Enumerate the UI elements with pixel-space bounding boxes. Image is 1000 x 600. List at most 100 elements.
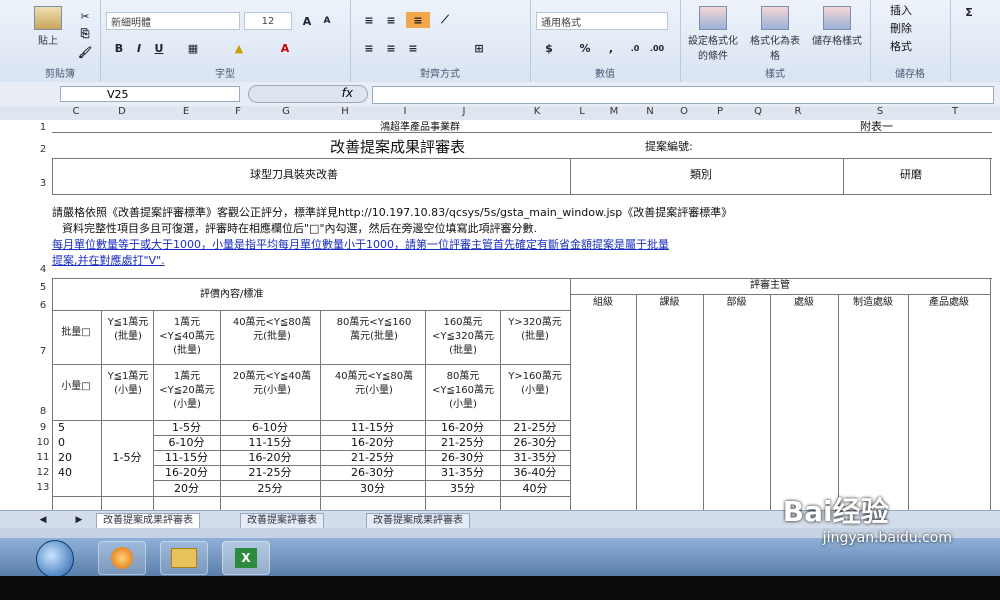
row-number[interactable]: 3 bbox=[34, 178, 52, 189]
number-format-select[interactable]: 通用格式 bbox=[536, 12, 668, 30]
cut-icon[interactable]: ✂ bbox=[76, 8, 94, 24]
taskbar-explorer[interactable] bbox=[160, 541, 208, 575]
fx-icon[interactable]: fx bbox=[248, 85, 368, 103]
col-header[interactable]: P bbox=[717, 106, 723, 117]
row-number[interactable]: 10 bbox=[34, 437, 52, 448]
orientation-icon[interactable]: ⟋ bbox=[436, 12, 454, 28]
sheet-tab[interactable]: 改善提案評審表 bbox=[240, 513, 324, 529]
row-number[interactable]: 9 bbox=[34, 422, 52, 433]
sheet-grid[interactable]: 1 2 3 4 5 6 7 8 9 10 11 12 13 鴻超準產品事業群 附… bbox=[0, 120, 1000, 510]
currency-icon[interactable]: $ bbox=[540, 40, 558, 56]
copy-icon[interactable]: ⎘ bbox=[76, 26, 94, 42]
col-header[interactable]: N bbox=[646, 106, 653, 117]
underline-icon[interactable]: U bbox=[150, 40, 168, 56]
row-number[interactable]: 11 bbox=[34, 452, 52, 463]
page-title: 改善提案成果評審表 bbox=[330, 138, 466, 156]
row-number[interactable]: 1 bbox=[34, 122, 52, 133]
row-number[interactable]: 2 bbox=[34, 144, 52, 155]
taskbar-excel[interactable]: X bbox=[222, 541, 270, 575]
grid-line bbox=[990, 158, 991, 194]
col-header[interactable]: Q bbox=[754, 106, 762, 117]
row-number[interactable]: 7 bbox=[34, 346, 52, 357]
col-header[interactable]: I bbox=[404, 106, 407, 117]
format-painter-icon[interactable]: 🖌 bbox=[76, 44, 94, 60]
col-header[interactable]: J bbox=[463, 106, 466, 117]
col-header[interactable]: S bbox=[877, 106, 883, 117]
delete-button[interactable]: 刪除 bbox=[890, 22, 912, 36]
formula-input[interactable] bbox=[372, 86, 994, 104]
insert-button[interactable]: 插入 bbox=[890, 4, 912, 18]
start-button[interactable] bbox=[36, 540, 74, 578]
tab-scroll-first-icon[interactable]: ◀ bbox=[34, 512, 52, 528]
row-number[interactable]: 13 bbox=[34, 482, 52, 493]
wrap-text-icon[interactable]: ≡ bbox=[406, 12, 430, 28]
watermark: Bai经验 jingyan.baidu.com bbox=[783, 490, 952, 546]
format-as-table-button[interactable]: 格式化為表格 bbox=[746, 6, 804, 62]
align-left-icon[interactable]: ≡ bbox=[360, 40, 378, 56]
grid-line bbox=[425, 310, 426, 510]
grid-line bbox=[52, 158, 53, 194]
align-right-icon[interactable]: ≡ bbox=[404, 40, 422, 56]
align-center-icon[interactable]: ≡ bbox=[382, 40, 400, 56]
row-number[interactable]: 12 bbox=[34, 467, 52, 478]
row-number[interactable]: 4 bbox=[34, 264, 52, 275]
decrease-decimal-icon[interactable]: .00 bbox=[648, 40, 666, 56]
col-header[interactable]: E bbox=[183, 106, 189, 117]
small-range: Y≦1萬元(小量) bbox=[107, 371, 149, 396]
increase-decimal-icon[interactable]: .0 bbox=[626, 40, 644, 56]
row-number[interactable]: 8 bbox=[34, 406, 52, 417]
sum-icon[interactable]: Σ bbox=[960, 4, 978, 20]
font-color-icon[interactable]: A bbox=[276, 40, 294, 56]
score-cell: 1-5分 bbox=[172, 421, 201, 434]
conditional-format-button[interactable]: 設定格式化的條件 bbox=[684, 6, 742, 62]
sheet-tab[interactable]: 改善提案成果評審表 bbox=[366, 513, 470, 529]
watermark-url: jingyan.baidu.com bbox=[822, 530, 952, 546]
border-icon[interactable]: ▦ bbox=[184, 40, 202, 56]
shrink-font-icon[interactable]: A bbox=[318, 13, 336, 29]
score-cell: 6-10分 bbox=[168, 436, 205, 449]
align-top-icon[interactable]: ≡ bbox=[360, 12, 378, 28]
comma-icon[interactable]: , bbox=[602, 40, 620, 56]
score-cell: 26-30分 bbox=[441, 451, 484, 464]
align-middle-icon[interactable]: ≡ bbox=[382, 12, 400, 28]
paste-button[interactable]: 貼上 bbox=[30, 6, 66, 47]
row-number[interactable]: 6 bbox=[34, 300, 52, 311]
sheet-tab[interactable]: 改善提案成果評審表 bbox=[96, 513, 200, 529]
col-header[interactable]: M bbox=[610, 106, 619, 117]
batch-checkbox[interactable]: 批量□ bbox=[56, 326, 96, 340]
col-header[interactable]: K bbox=[534, 106, 541, 117]
col-header[interactable]: L bbox=[579, 106, 585, 117]
row-number[interactable]: 5 bbox=[34, 282, 52, 293]
col-header[interactable]: F bbox=[235, 106, 241, 117]
batch-range: 1萬元<Y≦40萬元(批量) bbox=[159, 317, 215, 356]
formula-bar: V25 fx bbox=[0, 82, 1000, 107]
name-box[interactable]: V25 bbox=[60, 86, 240, 102]
grid-line bbox=[52, 194, 992, 195]
col-header[interactable]: G bbox=[282, 106, 290, 117]
col-header[interactable]: D bbox=[118, 106, 126, 117]
number-group: 通用格式 $ % , .0 .00 數值 bbox=[530, 0, 681, 82]
col-header[interactable]: O bbox=[680, 106, 688, 117]
taskbar-browser[interactable] bbox=[98, 541, 146, 575]
fill-color-icon[interactable]: ▲ bbox=[230, 40, 248, 56]
col-header[interactable]: C bbox=[73, 106, 80, 117]
grid-line bbox=[153, 480, 570, 481]
col-header[interactable]: R bbox=[795, 106, 802, 117]
grow-font-icon[interactable]: A bbox=[298, 13, 316, 29]
bold-icon[interactable]: B bbox=[110, 40, 128, 56]
browser-icon bbox=[111, 547, 133, 569]
col-header[interactable]: H bbox=[341, 106, 349, 117]
tab-scroll-last-icon[interactable]: ▶ bbox=[70, 512, 88, 528]
score-cell: 31-35分 bbox=[513, 451, 557, 464]
merge-center-icon[interactable]: ⊞ bbox=[470, 40, 488, 56]
format-button[interactable]: 格式 bbox=[890, 40, 912, 54]
cell-styles-button[interactable]: 儲存格樣式 bbox=[808, 6, 866, 47]
col-header[interactable]: T bbox=[952, 106, 958, 117]
italic-icon[interactable]: I bbox=[130, 40, 148, 56]
font-name-select[interactable]: 新細明體 bbox=[106, 12, 240, 30]
font-size-select[interactable]: 12 bbox=[244, 12, 292, 30]
percent-icon[interactable]: % bbox=[576, 40, 594, 56]
small-checkbox[interactable]: 小量□ bbox=[56, 380, 96, 394]
styles-label: 樣式 bbox=[765, 69, 785, 80]
monitor-bezel bbox=[0, 576, 1000, 600]
